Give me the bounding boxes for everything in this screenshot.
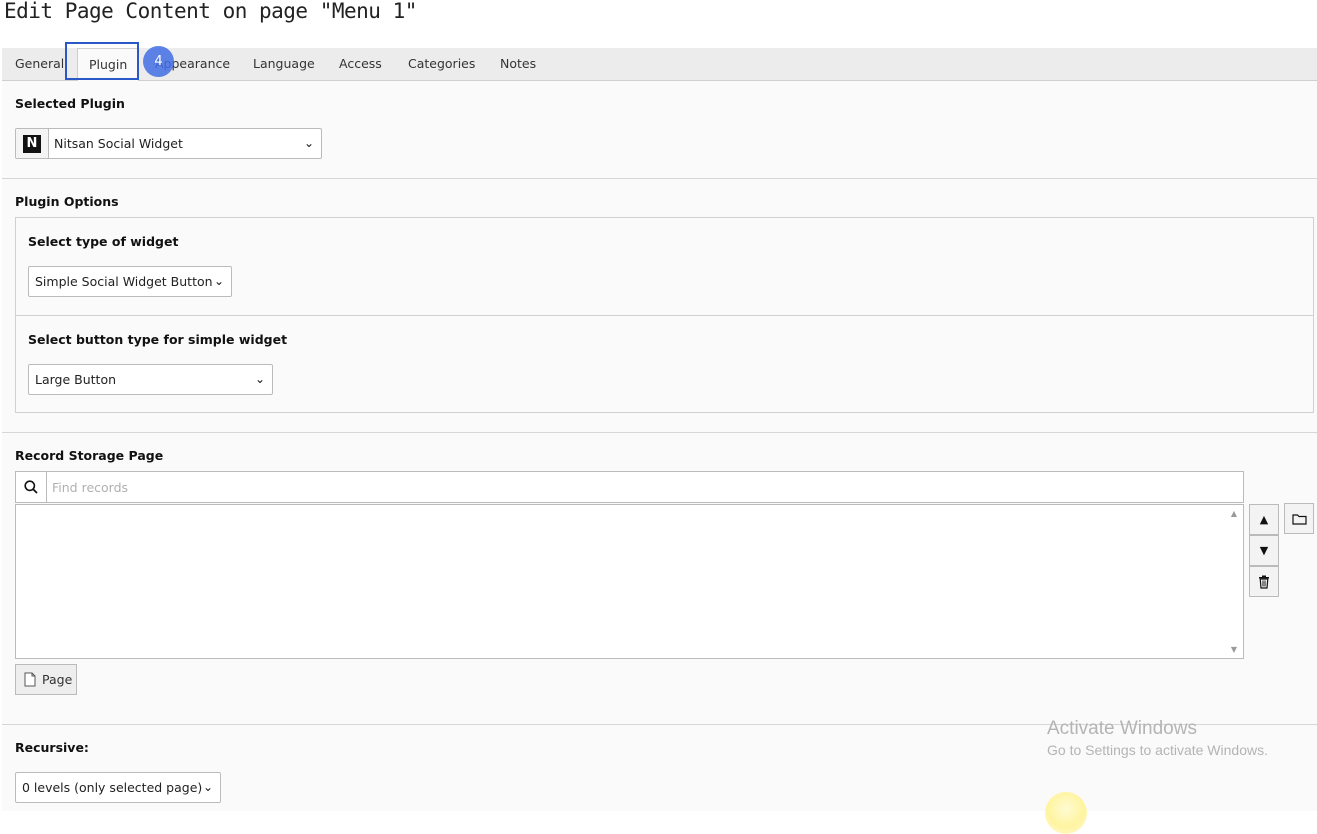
record-search — [15, 471, 1244, 503]
tab-categories[interactable]: Categories — [408, 48, 475, 80]
tab-access[interactable]: Access — [339, 48, 382, 80]
trash-icon — [1259, 575, 1269, 589]
watermark-title: Activate Windows — [1047, 718, 1197, 739]
recursive-label: Recursive: — [15, 740, 89, 755]
browse-folder-button[interactable] — [1284, 503, 1314, 534]
section-divider — [2, 432, 1317, 433]
page-title: Edit Page Content on page "Menu 1" — [4, 0, 417, 23]
windows-activation-watermark: Activate Windows Go to Settings to activ… — [1047, 718, 1268, 758]
record-storage-label: Record Storage Page — [15, 448, 164, 463]
options-divider — [16, 315, 1313, 316]
button-type-select[interactable]: Large Button ⌄ — [28, 364, 273, 395]
nitsan-n-icon: N — [23, 134, 41, 153]
tab-language[interactable]: Language — [253, 48, 315, 80]
selected-plugin-select[interactable]: N Nitsan Social Widget ⌄ — [15, 128, 322, 159]
chevron-down-icon: ⌄ — [213, 274, 224, 288]
chevron-down-icon: ⌄ — [303, 136, 314, 150]
records-list[interactable]: ▲ ▼ — [15, 504, 1244, 659]
chevron-down-icon: ⌄ — [254, 372, 265, 386]
recursive-value: 0 levels (only selected page) — [22, 780, 203, 795]
page-icon — [24, 672, 36, 687]
section-divider — [2, 178, 1317, 179]
arrow-up-icon: ▲ — [1259, 513, 1269, 526]
selected-plugin-label: Selected Plugin — [15, 96, 125, 111]
watermark-subtitle: Go to Settings to activate Windows. — [1047, 742, 1268, 758]
tab-bar: General Plugin Appearance Language Acces… — [2, 48, 1317, 81]
move-up-button[interactable]: ▲ — [1249, 504, 1279, 535]
scroll-up-arrow[interactable]: ▲ — [1231, 509, 1237, 518]
scroll-down-arrow[interactable]: ▼ — [1231, 645, 1237, 654]
plugin-options-box: Select type of widget Simple Social Widg… — [15, 217, 1314, 413]
move-down-button[interactable]: ▼ — [1249, 535, 1279, 566]
search-icon — [16, 472, 47, 502]
cursor-highlight — [1045, 792, 1087, 834]
search-input[interactable] — [47, 472, 1242, 502]
arrow-down-icon: ▼ — [1259, 544, 1269, 557]
add-page-label: Page — [42, 672, 73, 687]
chevron-down-icon: ⌄ — [202, 780, 213, 794]
selected-plugin-value: Nitsan Social Widget — [54, 136, 183, 151]
form-content — [2, 81, 1317, 811]
widget-type-select[interactable]: Simple Social Widget Button ⌄ — [28, 266, 232, 297]
step-badge: 4 — [143, 46, 174, 77]
tab-plugin[interactable]: Plugin — [77, 48, 140, 81]
folder-icon — [1291, 513, 1307, 525]
add-page-button[interactable]: Page — [15, 664, 77, 695]
button-type-value: Large Button — [35, 372, 117, 387]
button-type-label: Select button type for simple widget — [28, 332, 288, 347]
widget-type-label: Select type of widget — [28, 234, 179, 249]
recursive-select[interactable]: 0 levels (only selected page) ⌄ — [15, 772, 221, 803]
plugin-icon-box: N — [16, 129, 49, 158]
plugin-options-label: Plugin Options — [15, 194, 119, 209]
tab-general[interactable]: General — [15, 48, 64, 80]
tab-notes[interactable]: Notes — [500, 48, 536, 80]
delete-button[interactable] — [1249, 566, 1279, 597]
widget-type-value: Simple Social Widget Button — [35, 274, 213, 289]
